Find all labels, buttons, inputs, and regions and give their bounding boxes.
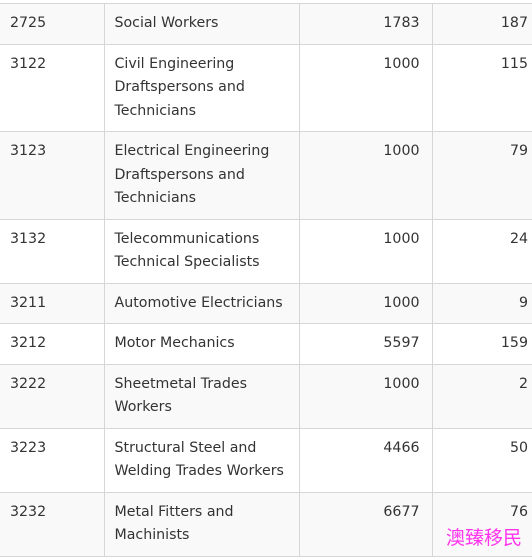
invited-cell: 9	[431, 282, 532, 324]
occupation-table: 2725 Social Workers 1783 187 3122 Civil Engin…	[0, 3, 532, 557]
code-cell: 3132	[0, 218, 105, 284]
table-row: 3122 Civil Engineering Draftspersons and …	[0, 43, 532, 132]
ceiling-cell: 1000	[298, 282, 433, 324]
occupation-cell: Sheetmetal Trades Workers	[103, 363, 300, 429]
ceiling-cell: 4466	[298, 427, 433, 493]
code-cell: 3123	[0, 131, 105, 220]
table-row: 3223 Structural Steel and Welding Trades …	[0, 427, 532, 493]
ceiling-cell: 1000	[298, 363, 433, 429]
ceiling-cell: 6677	[298, 491, 433, 557]
table-row: 3123 Electrical Engineering Draftspersons…	[0, 131, 532, 220]
table-row: 3132 Telecommunications Technical Special…	[0, 218, 532, 284]
table-row: 2725 Social Workers 1783 187	[0, 3, 532, 45]
ceiling-cell: 1000	[298, 43, 433, 132]
code-cell: 3222	[0, 363, 105, 429]
watermark: 澳臻移民	[446, 527, 523, 549]
invited-cell: 79	[431, 131, 532, 220]
occupation-cell: Electrical Engineering Draftspersons and…	[103, 131, 300, 220]
occupation-cell: Motor Mechanics	[103, 323, 300, 365]
ceiling-cell: 1000	[298, 131, 433, 220]
code-cell: 2725	[0, 3, 105, 45]
invited-cell: 50	[431, 427, 532, 493]
invited-cell: 115	[431, 43, 532, 132]
ceiling-cell: 1783	[298, 3, 433, 45]
occupation-cell: Metal Fitters and Machinists	[103, 491, 300, 557]
code-cell: 3122	[0, 43, 105, 132]
invited-cell: 159	[431, 323, 532, 365]
invited-cell: 24	[431, 218, 532, 284]
code-cell: 3212	[0, 323, 105, 365]
table-row: 3212 Motor Mechanics 5597 159	[0, 323, 532, 365]
invited-cell: 187	[431, 3, 532, 45]
occupation-cell: Telecommunications Technical Specialists	[103, 218, 300, 284]
occupation-cell: Automotive Electricians	[103, 282, 300, 324]
invited-cell: 2	[431, 363, 532, 429]
table-row: 3211 Automotive Electricians 1000 9	[0, 282, 532, 324]
table-row: 3222 Sheetmetal Trades Workers 1000 2	[0, 363, 532, 429]
ceiling-cell: 1000	[298, 218, 433, 284]
occupation-cell: Social Workers	[103, 3, 300, 45]
code-cell: 3232	[0, 491, 105, 557]
occupation-cell: Civil Engineering Draftspersons and Tech…	[103, 43, 300, 132]
occupation-cell: Structural Steel and Welding Trades Work…	[103, 427, 300, 493]
code-cell: 3211	[0, 282, 105, 324]
ceiling-cell: 5597	[298, 323, 433, 365]
code-cell: 3223	[0, 427, 105, 493]
